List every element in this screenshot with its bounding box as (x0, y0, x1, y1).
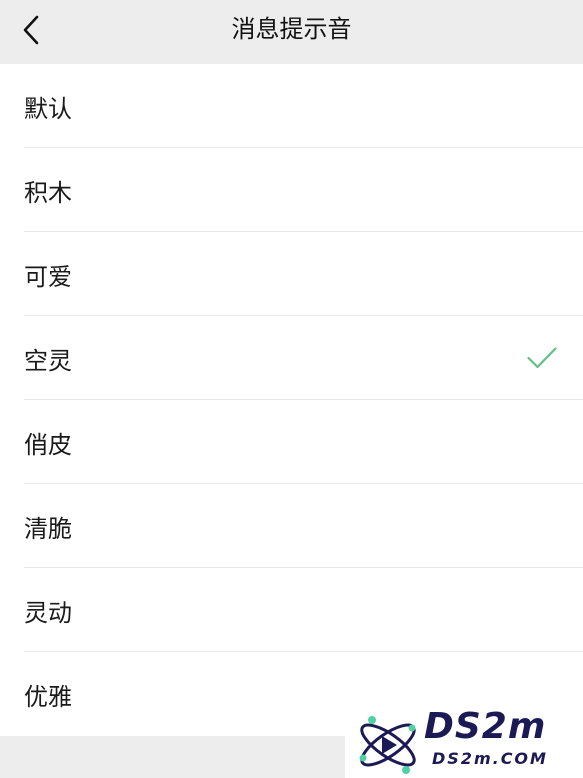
sound-option[interactable]: 可爱 (0, 232, 583, 316)
sound-option-label: 可爱 (24, 263, 72, 291)
sound-option-label: 俏皮 (24, 431, 72, 459)
watermark-site: DS2m.COM (432, 749, 548, 768)
sound-option-label: 灵动 (24, 599, 72, 627)
atom-logo-icon (359, 716, 416, 774)
sound-option-label: 默认 (24, 95, 72, 123)
sound-option[interactable]: 默认 (0, 64, 583, 148)
sound-option[interactable]: 俏皮 (0, 400, 583, 484)
nav-bar: 消息提示音 (0, 0, 583, 64)
sound-option[interactable]: 积木 (0, 148, 583, 232)
sound-option[interactable]: 清脆 (0, 484, 583, 568)
watermark-brand: DS2m (424, 706, 547, 747)
sound-list: 默认 积木 可爱 空灵 俏皮 清脆 灵动 优雅 (0, 64, 583, 736)
sound-option-label: 积木 (24, 179, 72, 207)
page-title: 消息提示音 (231, 16, 352, 43)
sound-option-label: 空灵 (24, 347, 72, 375)
sound-option[interactable]: 空灵 (0, 316, 583, 400)
sound-option-label: 清脆 (24, 515, 72, 543)
sound-option[interactable]: 灵动 (0, 568, 583, 652)
checkmark-icon (527, 347, 557, 369)
